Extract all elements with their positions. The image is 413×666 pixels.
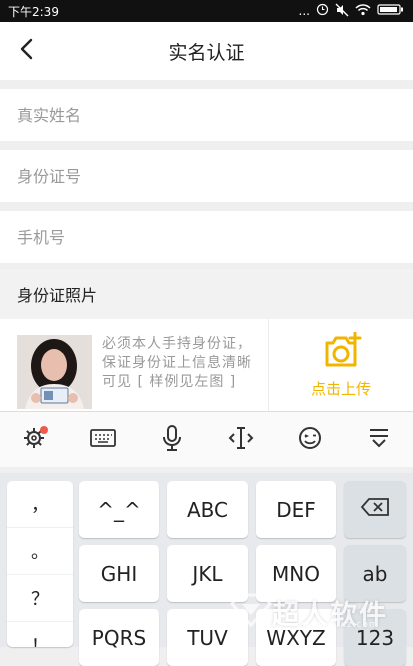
real-name-input[interactable] — [17, 105, 413, 125]
punctuation-key[interactable]: ？ — [7, 575, 73, 622]
key-case-switch[interactable]: ab — [344, 545, 406, 602]
status-icons: ... — [299, 3, 405, 20]
wifi-icon — [355, 3, 371, 19]
keyboard-toolbar — [0, 411, 413, 467]
punctuation-key[interactable]: ！ — [7, 622, 73, 647]
key-tuv[interactable]: TUV — [167, 609, 248, 666]
id-photo-row: 必须本人手持身份证，保证身份证上信息清晰可见 [ 样例见左图 ] 点击上传 — [0, 319, 413, 411]
back-button[interactable] — [14, 36, 38, 66]
microphone-icon — [161, 424, 183, 455]
upload-button[interactable]: 点击上传 — [268, 319, 413, 411]
key-wxyz[interactable]: WXYZ — [256, 609, 336, 666]
key-pqrs[interactable]: PQRS — [79, 609, 159, 666]
collapse-icon — [367, 426, 391, 454]
keyboard-settings-button[interactable] — [16, 422, 52, 458]
cursor-control-button[interactable] — [223, 422, 259, 458]
key-ghi[interactable]: GHI — [79, 545, 159, 602]
keyboard: ， 。 ？ ！ ^_^ ABC DEF GHI JKL MNO ab PQRS … — [0, 473, 413, 666]
notification-dot — [40, 425, 49, 434]
real-name-field[interactable] — [0, 89, 413, 141]
key-numbers[interactable]: 123 — [344, 609, 406, 666]
mute-icon — [335, 3, 349, 20]
emoji-icon — [298, 426, 322, 454]
punctuation-column[interactable]: ， 。 ？ ！ — [7, 481, 73, 647]
chevron-left-icon — [19, 38, 33, 64]
page-title: 实名认证 — [168, 41, 245, 64]
sample-photo — [17, 335, 92, 409]
delete-key[interactable] — [344, 481, 406, 538]
battery-icon — [377, 3, 405, 19]
keyboard-switch-button[interactable] — [85, 422, 121, 458]
backspace-icon — [360, 497, 390, 522]
emoji-button[interactable] — [292, 422, 328, 458]
punctuation-key[interactable]: ， — [7, 481, 73, 528]
key-mno[interactable]: MNO — [256, 545, 336, 602]
alarm-icon — [316, 3, 329, 19]
phone-input[interactable] — [17, 227, 413, 247]
status-time: 下午2:39 — [8, 4, 59, 19]
id-number-input[interactable] — [17, 166, 413, 186]
punctuation-key[interactable]: 。 — [7, 528, 73, 575]
photo-section-title: 身份证照片 — [0, 269, 413, 319]
status-bar: 下午2:39 ... — [0, 0, 413, 22]
key-def[interactable]: DEF — [256, 481, 336, 538]
key-jkl[interactable]: JKL — [167, 545, 248, 602]
key-emoticon[interactable]: ^_^ — [79, 481, 159, 538]
nav-bar: 实名认证 — [0, 22, 413, 80]
hide-keyboard-button[interactable] — [361, 422, 397, 458]
id-number-field[interactable] — [0, 150, 413, 202]
cursor-icon — [228, 425, 254, 455]
notification-dots: ... — [298, 4, 310, 18]
key-abc[interactable]: ABC — [167, 481, 248, 538]
sample-area: 必须本人手持身份证，保证身份证上信息清晰可见 [ 样例见左图 ] — [0, 319, 252, 411]
camera-plus-icon — [320, 331, 362, 374]
keyboard-icon — [90, 428, 117, 452]
sample-description: 必须本人手持身份证，保证身份证上信息清晰可见 [ 样例见左图 ] — [102, 336, 252, 390]
phone-field[interactable] — [0, 211, 413, 263]
upload-label: 点击上传 — [310, 379, 371, 398]
voice-input-button[interactable] — [154, 422, 190, 458]
